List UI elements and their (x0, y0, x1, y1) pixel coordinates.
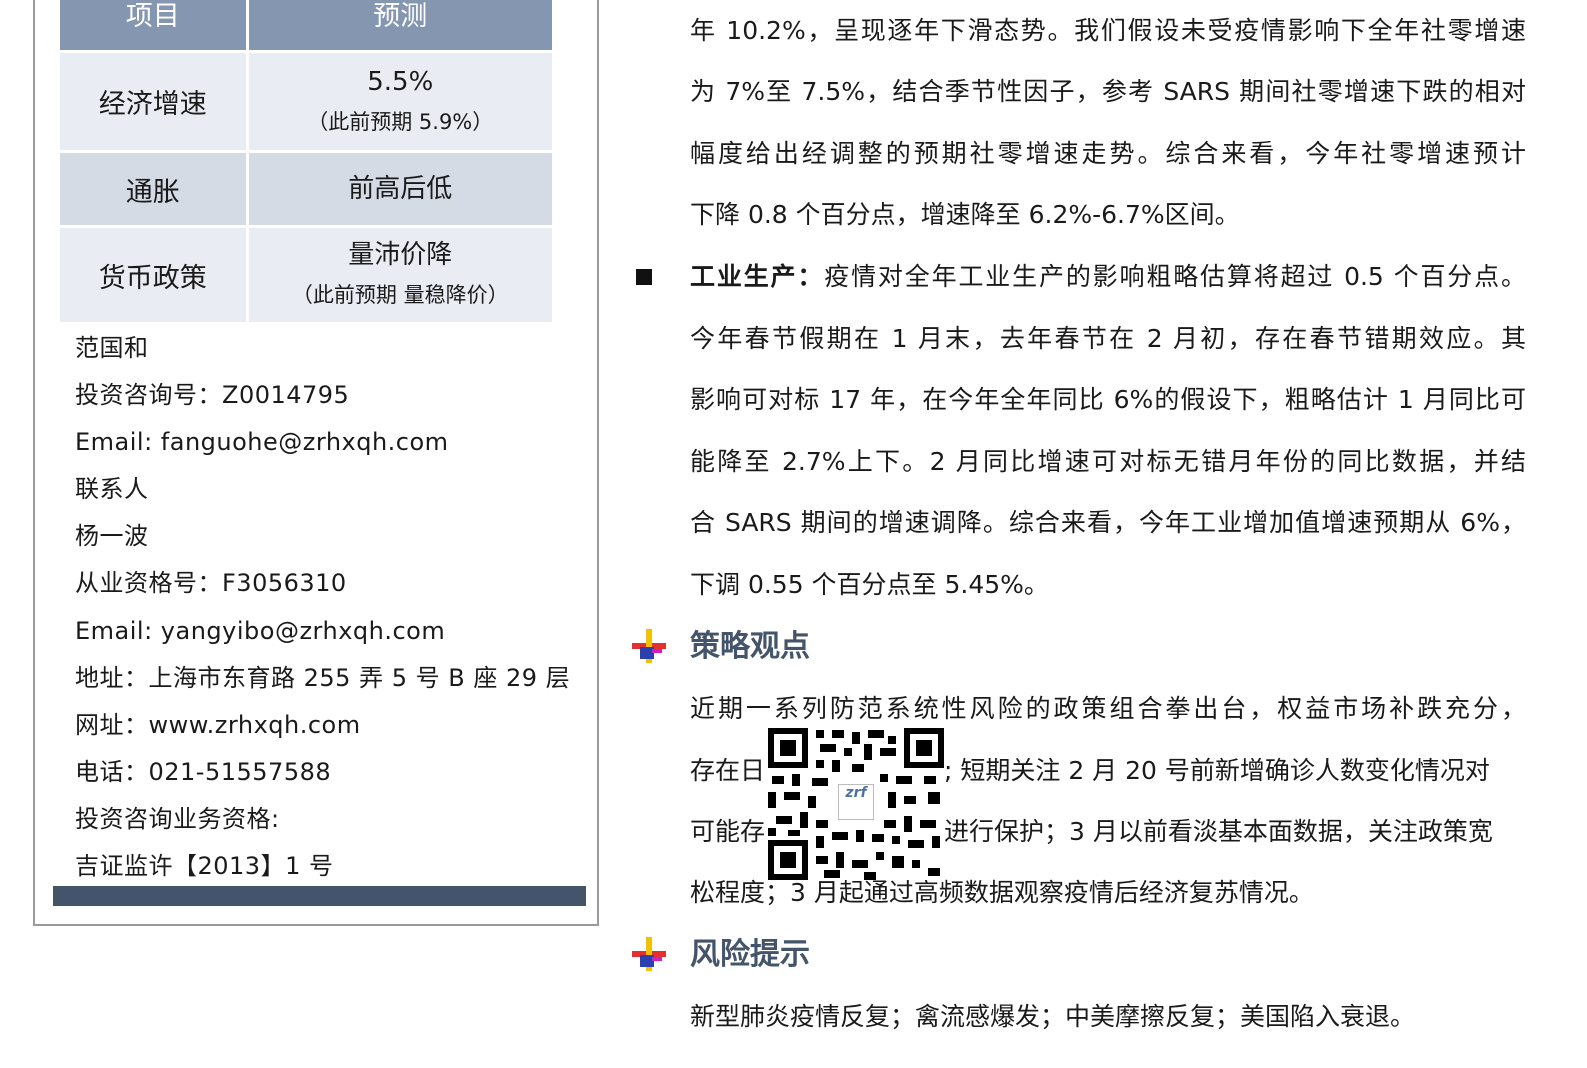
analyst-email[interactable]: Email: fanguohe@zrhxqh.com (75, 419, 570, 466)
paragraph-line: 幅度给出经调整的预期社零增速走势。综合来看，今年社零增速预计 (690, 139, 1526, 168)
industry-first-text: 疫情对全年工业生产的影响粗略估算将超过 0.5 个百分点。 (824, 262, 1526, 291)
section-heading-strategy: 策略观点 (690, 629, 810, 664)
table-header-row: 项目 预测 (60, 0, 552, 53)
forecast-value: 前高后低 (348, 174, 453, 204)
qualification-number: 吉证监许【2013】1 号 (75, 852, 334, 881)
paragraph-line-fragment: 存在日 (690, 756, 766, 785)
section-cross-icon (632, 629, 666, 663)
section-cross-icon (632, 937, 666, 971)
contact-license: 从业资格号：F3056310 (75, 569, 347, 598)
table-row: 通胀 前高后低 (60, 151, 552, 228)
paragraph-line: 下降 0.8 个百分点，增速降至 6.2%-6.7%区间。 (690, 200, 1240, 229)
industry-first-line: 工业生产：疫情对全年工业生产的影响粗略估算将超过 0.5 个百分点。 (690, 259, 1526, 295)
forecast-table: 项目 预测 经济增速 5.5% （此前预期 5.9%） 通胀 前高后低 货币政策… (60, 0, 552, 325)
forecast-note: （此前预期 量稳降价） (291, 283, 509, 307)
paragraph-line: 下调 0.55 个百分点至 5.45%。 (690, 570, 1049, 599)
contact-email[interactable]: Email: yangyibo@zrhxqh.com (75, 608, 570, 655)
industry-label: 工业生产： (690, 262, 825, 291)
analyst-license: 投资咨询号：Z0014795 (75, 381, 350, 410)
paragraph-line-fragment: 进行保护；3 月以前看淡基本面数据，关注政策宽 (944, 817, 1493, 846)
paragraph-line: 能降至 2.7%上下。2 月同比增速可对标无错月年份的同比数据，并结 (690, 447, 1526, 476)
paragraph-line: 合 SARS 期间的增速调降。综合来看，今年工业增加值增速预期从 6%， (690, 508, 1526, 537)
analyst-name: 范国和 (75, 334, 149, 362)
website-link[interactable]: 网址：www.zrhxqh.com (75, 702, 570, 749)
contact-name: 杨一波 (75, 522, 149, 551)
forecast-value: 5.5% (367, 66, 434, 97)
table-row: 经济增速 5.5% （此前预期 5.9%） (60, 51, 552, 153)
qualification-label: 投资咨询业务资格: (75, 804, 280, 833)
paragraph-line: 近期一系列防范系统性风险的政策组合拳出台，权益市场补跌充分， (690, 694, 1526, 723)
forecast-note: （此前预期 5.9%） (307, 109, 494, 134)
table-cell-item: 经济增速 (60, 51, 249, 153)
table-cell-value: 5.5% （此前预期 5.9%） (247, 51, 552, 153)
address: 地址：上海市东育路 255 弄 5 号 B 座 29 层 (75, 663, 571, 692)
paragraph-line: 今年春节假期在 1 月末，去年春节在 2 月初，存在春节错期效应。其 (690, 324, 1526, 353)
table-header-item: 项目 (60, 0, 249, 53)
table-cell-item: 货币政策 (60, 226, 249, 325)
table-cell-value: 前高后低 (247, 151, 552, 228)
paragraph-line: 年 10.2%，呈现逐年下滑态势。我们假设未受疫情影响下全年社零增速 (690, 16, 1526, 45)
section-heading-risk: 风险提示 (690, 937, 810, 972)
paragraph-line: 影响可对标 17 年，在今年全年同比 6%的假设下，粗略估计 1 月同比可 (690, 385, 1526, 414)
qr-code-icon: zrf (768, 728, 944, 880)
qr-logo: zrf (838, 784, 874, 820)
paragraph-line: 为 7%至 7.5%，结合季节性因子，参考 SARS 期间社零增速下跌的相对 (690, 77, 1526, 106)
risk-text: 新型肺炎疫情反复；禽流感爆发；中美摩擦反复；美国陷入衰退。 (690, 1002, 1416, 1031)
contact-label: 联系人 (75, 475, 149, 504)
table-header-forecast: 预测 (247, 0, 552, 53)
paragraph-line-fragment: 可能存 (690, 817, 766, 846)
square-bullet-icon (636, 269, 652, 285)
phone: 电话：021-51557588 (75, 757, 332, 786)
table-cell-value: 量沛价降 （此前预期 量稳降价） (247, 226, 552, 325)
sidebar-footer-bar (53, 886, 586, 906)
table-cell-item: 通胀 (60, 151, 249, 228)
paragraph-line-fragment: ; 短期关注 2 月 20 号前新增确诊人数变化情况对 (944, 756, 1490, 785)
table-row: 货币政策 量沛价降 （此前预期 量稳降价） (60, 226, 552, 325)
contact-list: 范国和 投资咨询号：Z0014795 Email: fanguohe@zrhxq… (75, 325, 570, 890)
forecast-value: 量沛价降 (348, 240, 453, 270)
paragraph-line: 松程度；3 月起通过高频数据观察疫情后经济复苏情况。 (690, 878, 1314, 907)
